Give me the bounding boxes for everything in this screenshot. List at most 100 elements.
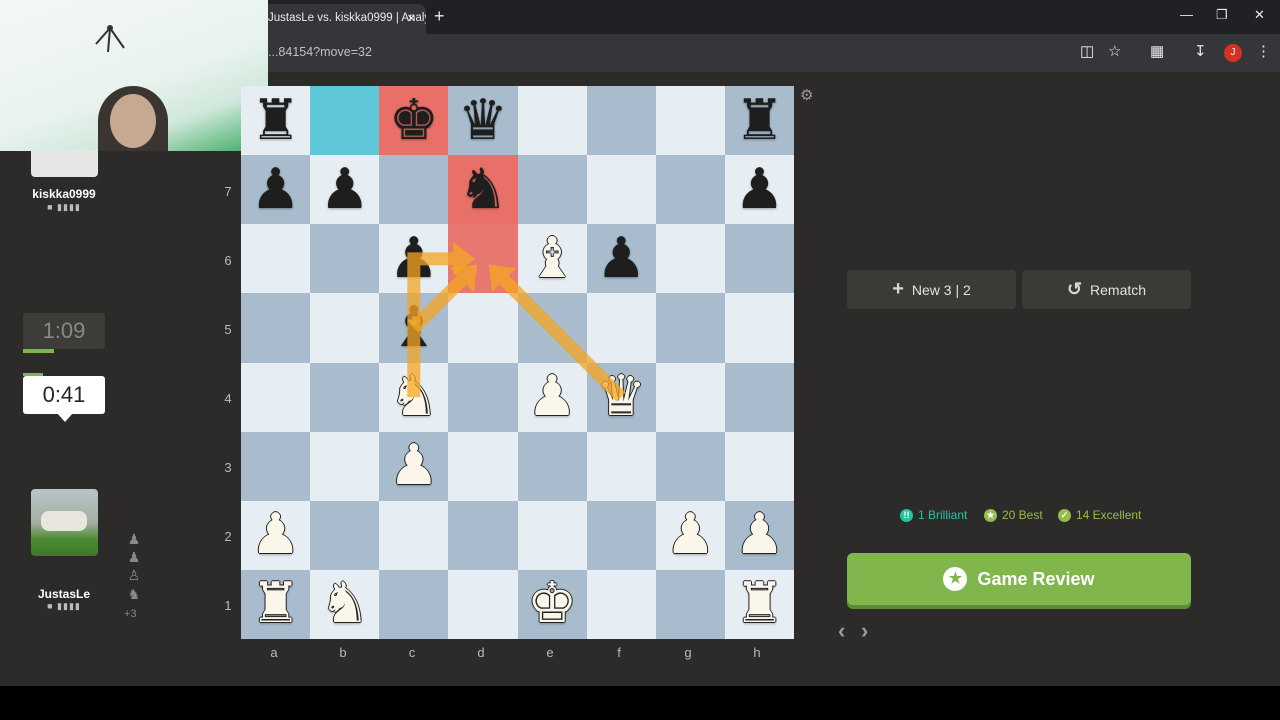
square-c4[interactable]: ♞ [379, 362, 449, 432]
close-window-icon[interactable]: ✕ [1254, 7, 1265, 23]
white-pawn-icon[interactable]: ♟ [527, 369, 577, 425]
square-h6[interactable] [724, 224, 794, 294]
square-b3[interactable] [310, 431, 380, 501]
square-e7[interactable] [517, 155, 587, 225]
square-a3[interactable] [241, 431, 311, 501]
game-review-button[interactable]: ★ Game Review [847, 553, 1191, 605]
square-d2[interactable] [448, 500, 518, 570]
square-b8[interactable] [310, 86, 380, 156]
black-knight-icon[interactable]: ♞ [458, 161, 508, 218]
square-d7[interactable]: ♞ [448, 155, 518, 225]
square-c2[interactable] [379, 500, 449, 570]
black-queen-icon[interactable]: ♛ [458, 92, 508, 149]
square-a5[interactable] [241, 293, 311, 363]
square-d4[interactable] [448, 362, 518, 432]
white-queen-icon[interactable]: ♛ [596, 369, 646, 425]
square-b1[interactable]: ♞ [310, 569, 380, 639]
menu-kebab-icon[interactable]: ⋮ [1256, 42, 1271, 60]
tab-close-icon[interactable]: ✕ [407, 12, 416, 25]
white-pawn-icon[interactable]: ♟ [250, 507, 300, 563]
square-f5[interactable] [586, 293, 656, 363]
black-pawn-icon[interactable]: ♟ [596, 230, 646, 287]
square-h5[interactable] [724, 293, 794, 363]
square-b2[interactable] [310, 500, 380, 570]
player-name[interactable]: JustasLe [14, 587, 114, 601]
square-b7[interactable]: ♟ [310, 155, 380, 225]
white-pawn-icon[interactable]: ♟ [665, 507, 715, 563]
white-pawn-icon[interactable]: ♟ [389, 438, 439, 494]
black-bishop-icon[interactable]: ♝ [389, 299, 439, 356]
black-pawn-icon[interactable]: ♟ [734, 161, 784, 218]
square-a1[interactable]: ♜ [241, 569, 311, 639]
square-d1[interactable] [448, 569, 518, 639]
minimize-icon[interactable]: — [1180, 7, 1193, 22]
next-move-chevron-icon[interactable]: › [861, 618, 868, 644]
black-pawn-icon[interactable]: ♟ [250, 161, 300, 218]
player-avatar[interactable] [31, 489, 98, 556]
square-g2[interactable]: ♟ [655, 500, 725, 570]
square-a4[interactable] [241, 362, 311, 432]
opponent-name[interactable]: kiskka0999 [14, 187, 114, 201]
square-h8[interactable]: ♜ [724, 86, 794, 156]
square-b4[interactable] [310, 362, 380, 432]
square-h7[interactable]: ♟ [724, 155, 794, 225]
bookmark-star-icon[interactable]: ☆ [1108, 42, 1121, 60]
square-e5[interactable] [517, 293, 587, 363]
square-g1[interactable] [655, 569, 725, 639]
square-f8[interactable] [586, 86, 656, 156]
square-g8[interactable] [655, 86, 725, 156]
black-rook-icon[interactable]: ♜ [734, 92, 784, 149]
square-f1[interactable] [586, 569, 656, 639]
install-app-icon[interactable]: ◫ [1080, 42, 1094, 60]
square-a8[interactable]: ♜ [241, 86, 311, 156]
chess-board[interactable]: ♜ ♚ ♛ ♜ ♟ ♟ ♞ ♟ ♟ ♝ ♟ ♝ ♞ ♟ ♛ ♟ ♟ ♟ ♟ ♜ ♞ ♚ ♜ [241, 86, 794, 639]
new-tab-button[interactable]: + [434, 6, 445, 27]
square-g7[interactable] [655, 155, 725, 225]
square-e1[interactable]: ♚ [517, 569, 587, 639]
square-g4[interactable] [655, 362, 725, 432]
square-f3[interactable] [586, 431, 656, 501]
white-rook-icon[interactable]: ♜ [250, 576, 300, 632]
square-c6[interactable]: ♟ [379, 224, 449, 294]
square-e3[interactable] [517, 431, 587, 501]
square-d6[interactable] [448, 224, 518, 294]
profile-avatar[interactable]: J [1224, 44, 1242, 62]
url-text[interactable]: ...84154?move=32 [268, 45, 372, 59]
square-e8[interactable] [517, 86, 587, 156]
square-b5[interactable] [310, 293, 380, 363]
black-pawn-icon[interactable]: ♟ [389, 230, 439, 287]
square-h3[interactable] [724, 431, 794, 501]
square-c3[interactable]: ♟ [379, 431, 449, 501]
white-bishop-icon[interactable]: ♝ [527, 230, 577, 287]
square-e2[interactable] [517, 500, 587, 570]
white-rook-icon[interactable]: ♜ [734, 576, 784, 632]
opponent-avatar[interactable] [31, 150, 98, 177]
black-rook-icon[interactable]: ♜ [250, 92, 300, 149]
white-king-icon[interactable]: ♚ [527, 576, 577, 632]
square-c5[interactable]: ♝ [379, 293, 449, 363]
restore-icon[interactable]: ❐ [1216, 7, 1228, 23]
square-d5[interactable] [448, 293, 518, 363]
white-knight-icon[interactable]: ♞ [389, 369, 439, 425]
square-c8[interactable]: ♚ [379, 86, 449, 156]
square-h1[interactable]: ♜ [724, 569, 794, 639]
square-a2[interactable]: ♟ [241, 500, 311, 570]
black-king-icon[interactable]: ♚ [389, 92, 439, 149]
square-c7[interactable] [379, 155, 449, 225]
square-f2[interactable] [586, 500, 656, 570]
previous-move-chevron-icon[interactable]: ‹ [838, 618, 845, 644]
square-e6[interactable]: ♝ [517, 224, 587, 294]
white-pawn-icon[interactable]: ♟ [734, 507, 784, 563]
square-d8[interactable]: ♛ [448, 86, 518, 156]
square-g3[interactable] [655, 431, 725, 501]
square-f7[interactable] [586, 155, 656, 225]
square-a6[interactable] [241, 224, 311, 294]
square-f6[interactable]: ♟ [586, 224, 656, 294]
square-h2[interactable]: ♟ [724, 500, 794, 570]
rematch-button[interactable]: ↺ Rematch [1022, 270, 1191, 309]
square-g5[interactable] [655, 293, 725, 363]
square-f4[interactable]: ♛ [586, 362, 656, 432]
square-a7[interactable]: ♟ [241, 155, 311, 225]
square-c1[interactable] [379, 569, 449, 639]
square-g6[interactable] [655, 224, 725, 294]
